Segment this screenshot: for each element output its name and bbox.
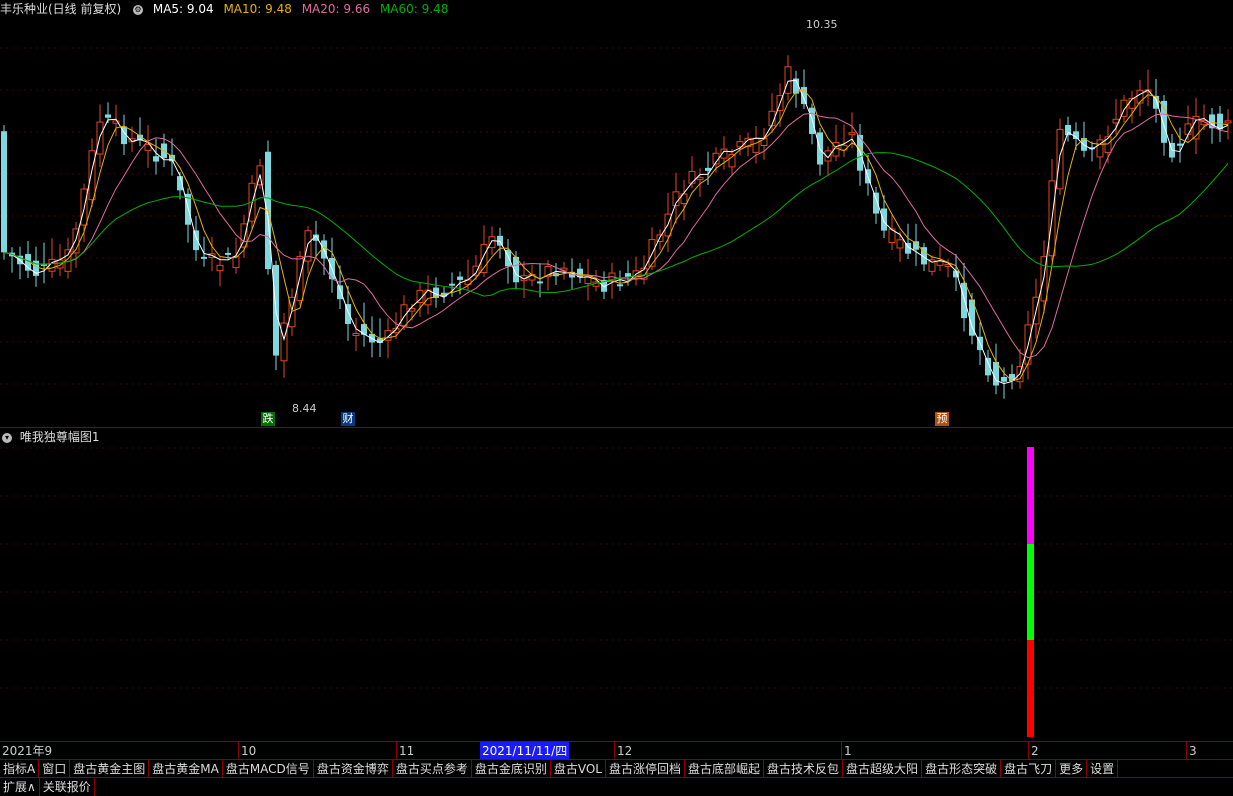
candle-body — [1104, 136, 1112, 153]
indicator-tab-bar: 指标A 窗口 盘古黄金主图 盘古黄金MA 盘古MACD信号 盘古资金博弈 盘古买… — [0, 759, 1233, 778]
marker-die[interactable]: 跌 — [261, 412, 275, 426]
candle-body — [1224, 120, 1232, 124]
ma20-value: MA20: 9.66 — [301, 2, 371, 16]
chart-header: 丰乐种业(日线 前复权) ⚙ MA5: 9.04 MA10: 9.48 MA20… — [0, 0, 454, 18]
xtick-sep: 2021年9 — [2, 744, 53, 758]
xtick-jan: 1 — [841, 742, 852, 760]
candle-body — [1177, 143, 1183, 146]
tab-pangu-big-yang[interactable]: 盘古超级大阳 — [843, 760, 923, 778]
candle-body — [1136, 89, 1144, 104]
candle-body — [225, 252, 231, 255]
tab-pangu-knife[interactable]: 盘古飞刀 — [1001, 760, 1057, 778]
xtick-oct: 10 — [238, 742, 256, 760]
high-price-label: 10.35 — [806, 18, 838, 31]
tab-related-quotes[interactable]: 关联报价 — [40, 778, 95, 796]
ma5-value: MA5: 9.04 — [152, 2, 214, 16]
candle-body — [752, 137, 760, 153]
candle-body — [537, 281, 543, 284]
tab-expand[interactable]: 扩展∧ — [0, 778, 40, 796]
candle-body — [400, 304, 408, 327]
marker-yu[interactable]: 预 — [935, 412, 949, 426]
candle-body — [873, 192, 879, 214]
candle-body — [1001, 376, 1007, 382]
candle-body — [201, 256, 207, 259]
time-axis: 2021年9 10 11 2021/11/11/四 12 1 2 3 — [0, 741, 1233, 760]
candle-body — [961, 282, 967, 319]
candle-body — [936, 260, 944, 266]
xtick-dec: 12 — [614, 742, 632, 760]
tab-pangu-limitup[interactable]: 盘古涨停回档 — [606, 760, 686, 778]
tab-pangu-gold-bottom[interactable]: 盘古金底识别 — [472, 760, 551, 778]
indicator-bar-red — [1027, 640, 1034, 737]
candle-body — [848, 132, 856, 136]
xtick-cursor-date: 2021/11/11/四 — [480, 742, 570, 760]
xtick-feb: 2 — [1028, 742, 1039, 760]
xtick-nov: 11 — [396, 742, 414, 760]
ma10-value: MA10: 9.48 — [223, 2, 292, 16]
tab-pangu-breakout[interactable]: 盘古形态突破 — [922, 760, 1002, 778]
candle-body — [896, 239, 904, 249]
candle-body — [784, 66, 792, 94]
tab-pangu-gold-main[interactable]: 盘古黄金主图 — [70, 760, 150, 778]
candle-body — [1, 131, 7, 253]
indicator-bar-magenta — [1027, 447, 1034, 544]
tab-window[interactable]: 窗口 — [39, 760, 71, 778]
candlestick-chart[interactable] — [0, 0, 1233, 428]
candle-body — [449, 283, 455, 286]
tab-pangu-engulf[interactable]: 盘古技术反包 — [764, 760, 844, 778]
extension-tab-bar: 扩展∧ 关联报价 — [0, 777, 1233, 796]
low-price-label: 8.44 — [292, 402, 317, 415]
candle-body — [1184, 123, 1192, 135]
candle-body — [337, 285, 343, 300]
candle-body — [488, 236, 496, 249]
settings-circle-icon[interactable]: ⚙ — [133, 4, 144, 15]
tab-pangu-vol[interactable]: 盘古VOL — [551, 760, 606, 778]
candle-body — [457, 276, 463, 280]
stock-title[interactable]: 丰乐种业(日线 前复权) — [0, 2, 121, 16]
candle-body — [688, 170, 696, 184]
xtick-mar: 3 — [1186, 742, 1197, 760]
candle-body — [232, 256, 240, 269]
candle-body — [105, 114, 111, 118]
tab-settings[interactable]: 设置 — [1087, 760, 1119, 778]
tab-pangu-buypoint[interactable]: 盘古买点参考 — [393, 760, 472, 778]
tab-more[interactable]: 更多 — [1056, 760, 1088, 778]
candle-body — [216, 264, 224, 272]
tab-pangu-fund[interactable]: 盘古资金博弈 — [314, 760, 393, 778]
sub-indicator-chart[interactable] — [0, 428, 1233, 740]
candle-body — [696, 177, 704, 181]
indicator-bar-green — [1027, 544, 1034, 640]
candle-body — [153, 156, 159, 162]
candle-body — [193, 230, 199, 251]
tab-pangu-gold-ma[interactable]: 盘古黄金MA — [149, 760, 223, 778]
candle-body — [352, 332, 360, 336]
candle-body — [881, 208, 887, 231]
ma60-value: MA60: 9.48 — [379, 2, 449, 16]
tab-pangu-macd[interactable]: 盘古MACD信号 — [223, 760, 314, 778]
candle-body — [1073, 131, 1079, 139]
marker-cai[interactable]: 财 — [341, 412, 355, 426]
candle-body — [88, 150, 96, 201]
candle-body — [617, 284, 623, 287]
tab-indicator-a[interactable]: 指标A — [0, 760, 40, 778]
candle-body — [280, 322, 288, 362]
candle-body — [1217, 113, 1223, 130]
tab-pangu-bottom-rise[interactable]: 盘古底部崛起 — [685, 760, 765, 778]
